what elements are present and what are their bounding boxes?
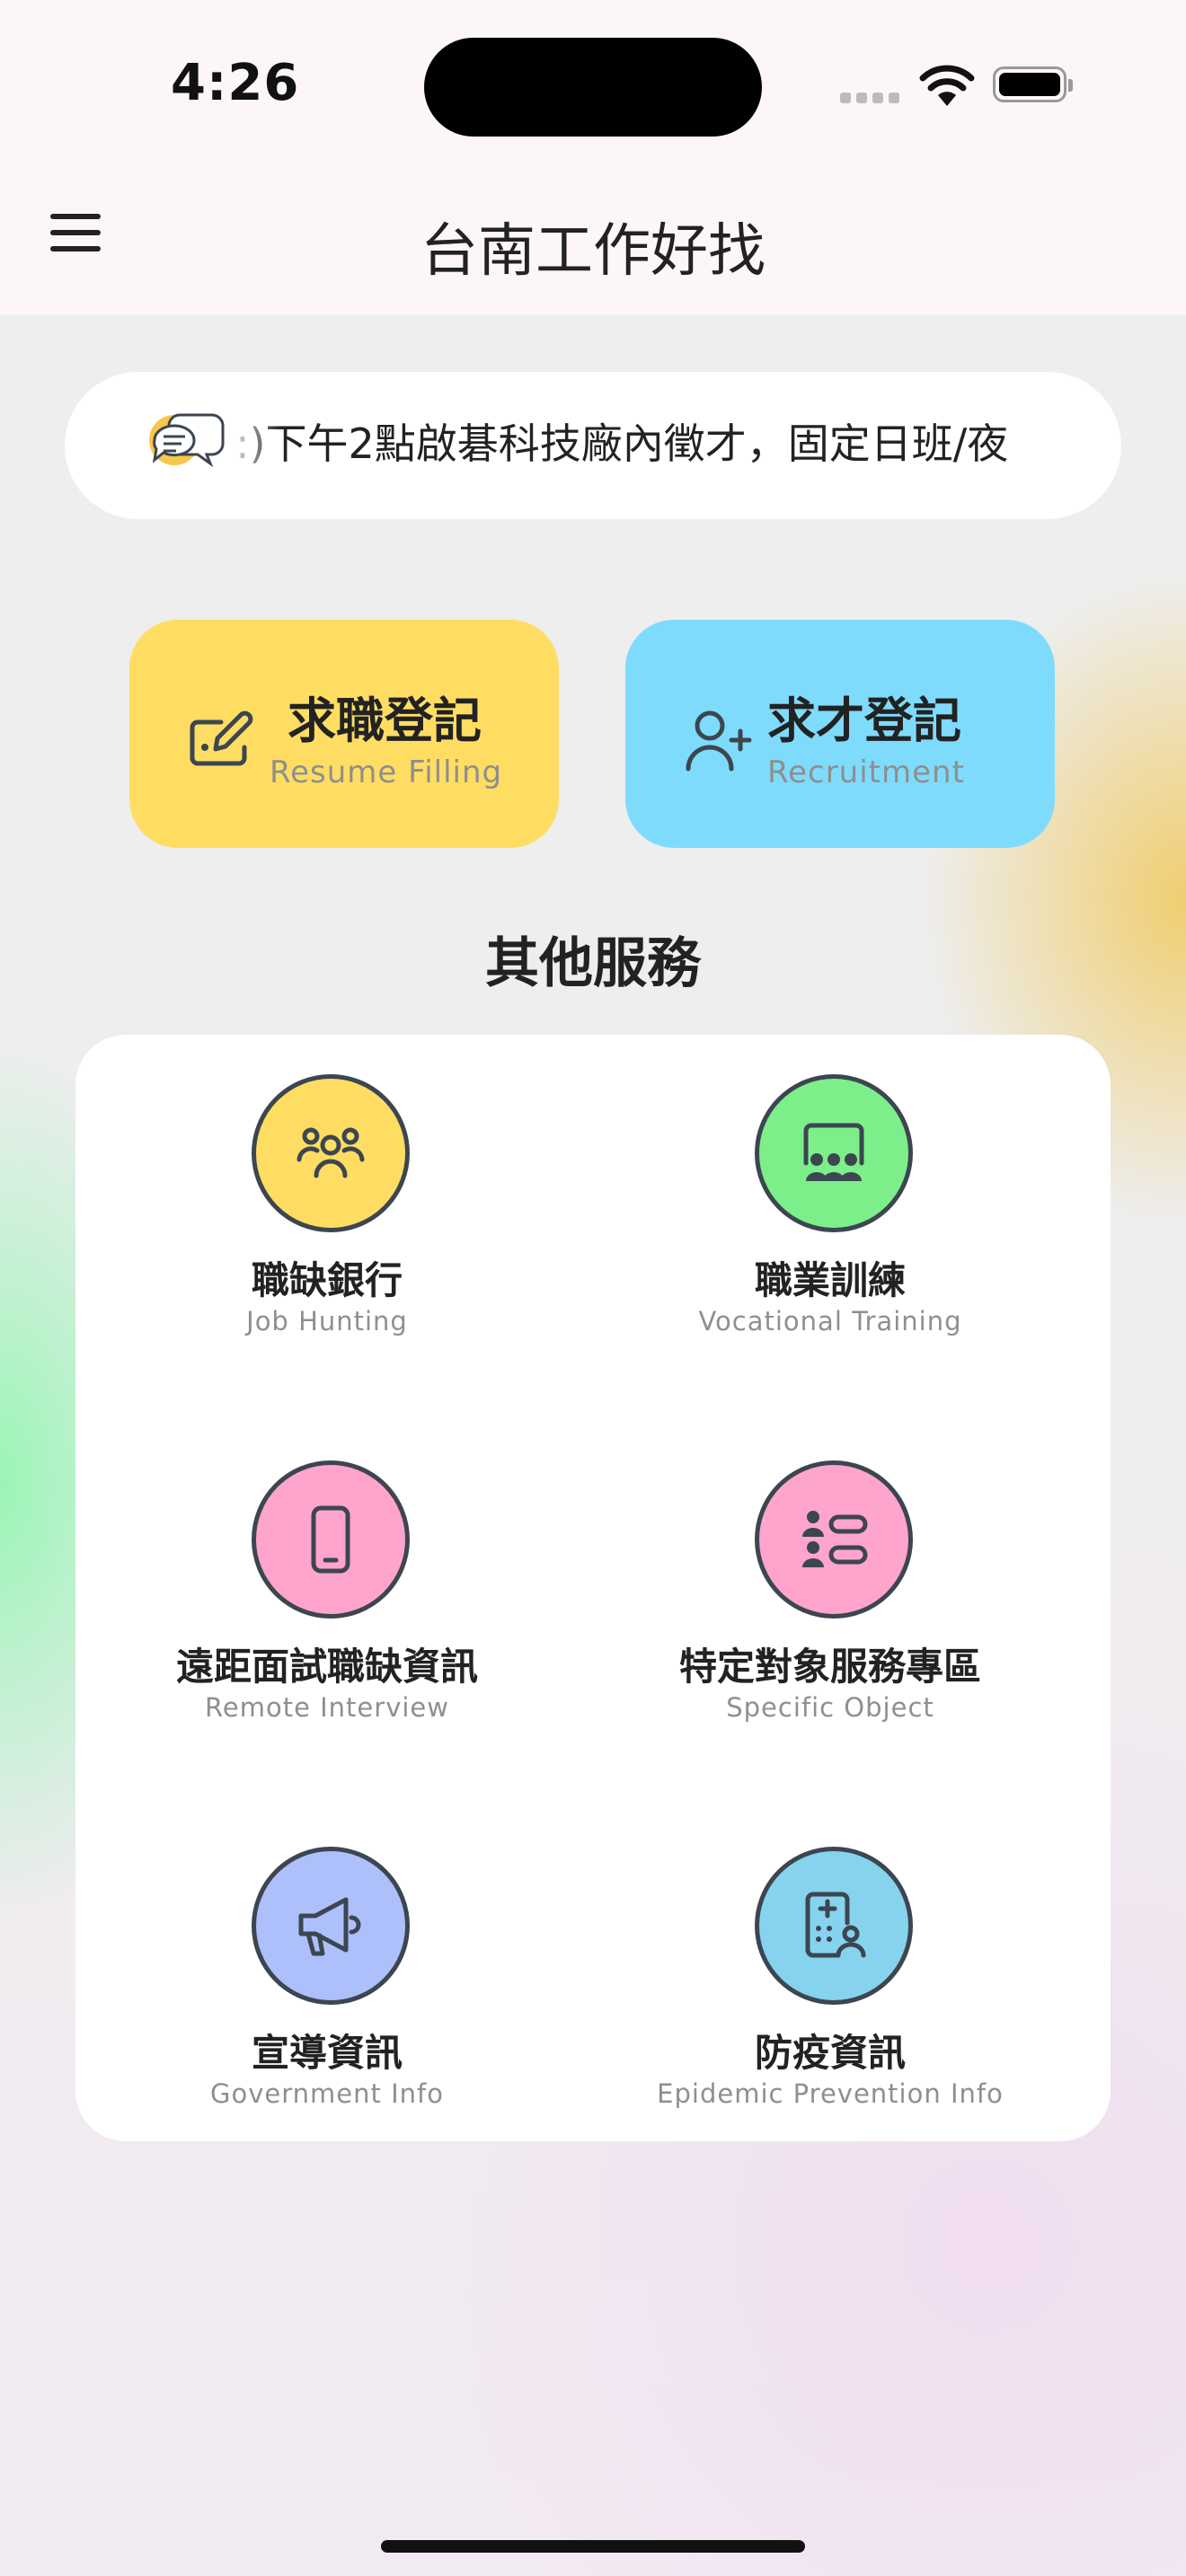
service-epidemic-prevention[interactable]: 防疫資訊 Epidemic Prevention Info (579, 1807, 1082, 2109)
service-sublabel: Epidemic Prevention Info (657, 2078, 1004, 2109)
add-user-icon (686, 710, 752, 772)
resume-filling-sublabel: Resume Filling (270, 754, 503, 790)
service-vocational-training[interactable]: 職業訓練 Vocational Training (579, 1035, 1082, 1337)
chat-bubbles-icon (149, 413, 225, 468)
service-icon-circle (755, 1460, 913, 1619)
phone-icon (311, 1505, 350, 1574)
service-government-info[interactable]: 宣導資訊 Government Info (75, 1807, 579, 2109)
service-sublabel: Vocational Training (698, 1306, 962, 1337)
other-services-title: 其他服務 (485, 932, 701, 995)
people-list-icon (802, 1511, 868, 1567)
announcement-banner[interactable]: :)下午2點啟碁科技廠內徵才，固定日班/夜 (65, 372, 1121, 519)
cellular-signal-icon (840, 90, 905, 107)
recruitment-sublabel: Recruitment (767, 754, 965, 790)
resume-filling-button[interactable]: 求職登記 Resume Filling (129, 620, 559, 848)
service-label: 防疫資訊 (754, 2031, 906, 2075)
megaphone-icon (298, 1897, 361, 1956)
service-icon-circle (252, 1460, 410, 1619)
page-title: 台南工作好找 (420, 218, 766, 285)
services-card: 職缺銀行 Job Hunting 職業訓練 Vocational Trainin… (75, 1035, 1111, 2141)
medical-report-icon (805, 1892, 866, 1958)
service-sublabel: Government Info (210, 2078, 444, 2109)
service-label: 職缺銀行 (251, 1258, 403, 1302)
status-time: 4:26 (171, 54, 300, 112)
marquee-fade (226, 372, 280, 519)
recruitment-label: 求才登記 (767, 693, 961, 749)
service-label: 特定對象服務專區 (678, 1645, 981, 1689)
service-icon-circle (755, 1847, 913, 2005)
service-label: 職業訓練 (754, 1258, 906, 1302)
users-icon (296, 1127, 365, 1178)
dynamic-island (424, 38, 762, 137)
edit-form-icon (190, 710, 253, 766)
training-icon (803, 1123, 864, 1181)
service-icon-circle (755, 1074, 913, 1232)
home-indicator[interactable] (381, 2540, 805, 2553)
service-specific-object[interactable]: 特定對象服務專區 Specific Object (579, 1421, 1082, 1723)
announcement-text: :)下午2點啟碁科技廠內徵才，固定日班/夜 (235, 419, 1009, 468)
recruitment-button[interactable]: 求才登記 Recruitment (625, 620, 1055, 848)
service-job-hunting[interactable]: 職缺銀行 Job Hunting (75, 1035, 579, 1337)
battery-icon (993, 66, 1073, 102)
service-label: 遠距面試職缺資訊 (175, 1645, 478, 1689)
service-sublabel: Specific Object (726, 1692, 934, 1723)
service-remote-interview[interactable]: 遠距面試職缺資訊 Remote Interview (75, 1421, 579, 1723)
wifi-icon (919, 65, 975, 106)
status-bar: 4:26 (0, 0, 1186, 171)
service-sublabel: Remote Interview (205, 1692, 449, 1723)
service-icon-circle (252, 1074, 410, 1232)
service-label: 宣導資訊 (251, 2031, 403, 2075)
resume-filling-label: 求職登記 (288, 693, 482, 749)
service-icon-circle (252, 1847, 410, 2005)
service-sublabel: Job Hunting (246, 1306, 408, 1337)
